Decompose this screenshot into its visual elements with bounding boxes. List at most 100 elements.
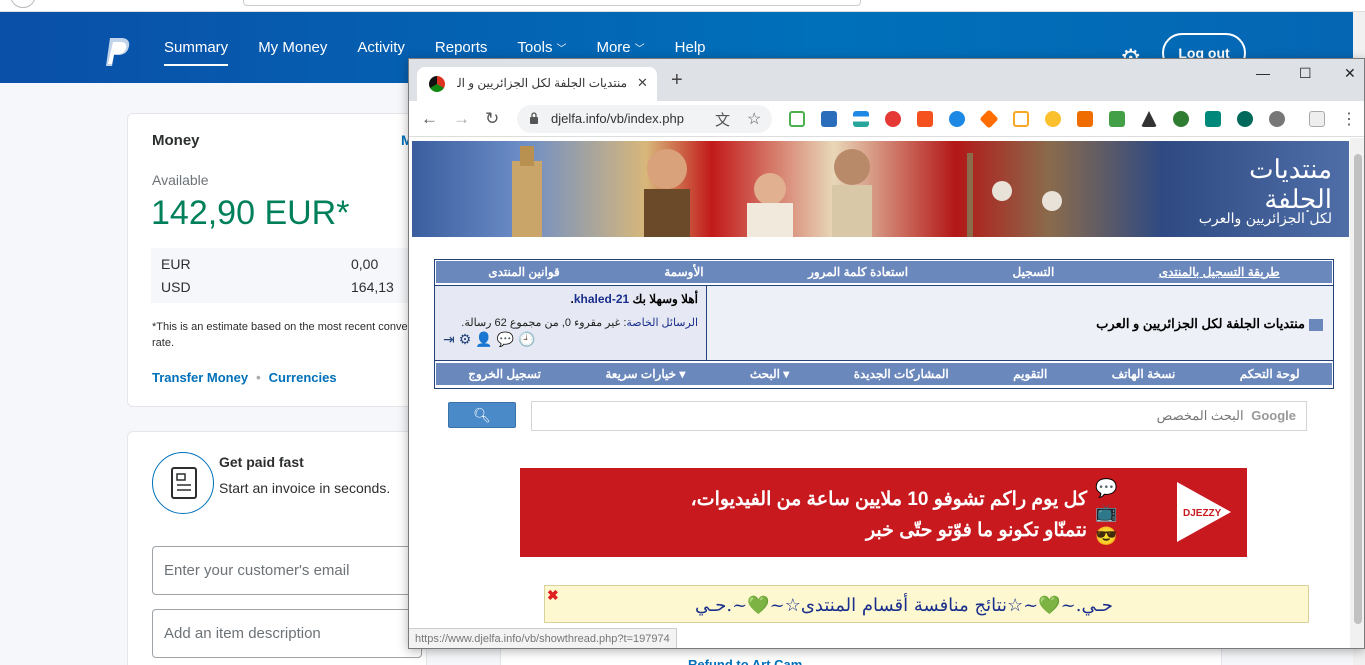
nav-more-label: More bbox=[596, 39, 631, 56]
nav-tools-label: Tools bbox=[517, 39, 553, 56]
reload-icon[interactable]: ↻ bbox=[485, 109, 499, 129]
chevron-down-icon: ﹀ bbox=[556, 44, 567, 55]
forum-home-icon bbox=[1309, 318, 1323, 331]
nav-calendar[interactable]: التقويم bbox=[1013, 367, 1047, 381]
forum-scrollbar[interactable] bbox=[1350, 138, 1364, 648]
maximize-icon[interactable]: ☐ bbox=[1299, 65, 1312, 82]
minimize-icon[interactable]: — bbox=[1256, 65, 1270, 81]
extension-icon[interactable] bbox=[853, 111, 869, 127]
nav-register-howto[interactable]: طريقة التسجيل بالمنتدى bbox=[1159, 265, 1280, 279]
address-bar[interactable]: djelfa.info/vb/index.php bbox=[517, 105, 772, 133]
chrome-window: منتديات الجلفة لكل الجزائريين و العرب ✕ … bbox=[408, 58, 1365, 649]
nav-activity[interactable]: Activity bbox=[357, 39, 405, 66]
close-window-icon[interactable]: ✕ bbox=[1344, 65, 1356, 82]
transfer-money-link[interactable]: Transfer Money bbox=[152, 370, 248, 385]
forum-navbar: طريقة التسجيل بالمنتدى التسجيل استعادة ك… bbox=[434, 259, 1334, 389]
chat-icon[interactable]: 💬 bbox=[497, 331, 514, 348]
extension-icon[interactable] bbox=[1309, 111, 1325, 127]
estimate-line: rate. bbox=[152, 337, 175, 349]
extension-icon[interactable] bbox=[1077, 111, 1093, 127]
page-viewport: منتديات الجلفة لكل الجزائريين والعرب طري… bbox=[409, 138, 1364, 648]
clock-icon[interactable]: 🕘 bbox=[518, 331, 535, 348]
nav-quick-options[interactable]: خيارات سريعة ▾ bbox=[605, 367, 685, 381]
nav-my-money[interactable]: My Money bbox=[258, 39, 327, 66]
currencies-link[interactable]: Currencies bbox=[269, 370, 337, 385]
nav-register[interactable]: التسجيل bbox=[1013, 265, 1055, 279]
available-balance: 142,90 EUR* bbox=[151, 194, 350, 232]
currency-list: EUR 0,00 USD 164,13 bbox=[151, 248, 429, 303]
nav-logout[interactable]: تسجيل الخروج bbox=[468, 367, 541, 381]
nav-mobile[interactable]: نسخة الهاتف bbox=[1112, 367, 1176, 381]
forum-name[interactable]: منتديات الجلفة لكل الجزائريين و العرب bbox=[1096, 316, 1323, 332]
nav-control-panel[interactable]: لوحة التحكم bbox=[1240, 367, 1300, 381]
nav-new-posts[interactable]: المشاركات الجديدة bbox=[854, 367, 949, 381]
djezzy-logo-icon: DJEZZY bbox=[1177, 482, 1231, 542]
settings-icon[interactable]: ⚙ bbox=[459, 331, 472, 348]
announcement-link[interactable]: حـي.~💚~☆نتائج منافسة أقسام المنتدى☆~💚~.ح… bbox=[695, 595, 1113, 616]
ad-text-line: نتمنّاو تكونو ما فوّتو حتّى خبر bbox=[865, 520, 1087, 541]
paypal-logo-icon[interactable] bbox=[104, 36, 132, 68]
logout-icon[interactable]: ⇥ bbox=[443, 331, 455, 348]
bookmark-star-icon[interactable]: ☆ bbox=[747, 109, 761, 129]
nav-summary[interactable]: Summary bbox=[164, 39, 229, 66]
close-icon[interactable]: ✖ bbox=[547, 587, 559, 604]
username-link[interactable]: khaled-21 bbox=[574, 292, 629, 306]
extension-icon[interactable] bbox=[1045, 111, 1061, 127]
nav-awards[interactable]: الأوسمة bbox=[664, 265, 703, 279]
money-card-title: Money bbox=[152, 132, 200, 149]
customer-email-input[interactable]: Enter your customer's email bbox=[152, 546, 422, 595]
search-button[interactable]: 🔍︎ bbox=[448, 402, 516, 428]
sunglasses-emoji-icon: 😎 bbox=[1095, 526, 1118, 546]
nav-search[interactable]: البحث ▾ bbox=[750, 367, 790, 381]
invoice-title: Get paid fast bbox=[219, 454, 304, 470]
add-friend-icon[interactable]: 👤 bbox=[475, 331, 492, 348]
forward-icon[interactable]: → bbox=[453, 109, 470, 129]
invoice-subtitle: Start an invoice in seconds. bbox=[219, 480, 391, 496]
forum-logo[interactable]: منتديات الجلفة لكل الجزائريين والعرب bbox=[1192, 155, 1332, 227]
nav-rules[interactable]: قوانين المنتدى bbox=[488, 265, 560, 279]
custom-search-input[interactable]: Google البحث المخصص bbox=[531, 401, 1307, 431]
extension-icon[interactable] bbox=[789, 111, 805, 127]
close-tab-icon[interactable]: ✕ bbox=[637, 75, 648, 91]
profile-icon[interactable] bbox=[10, 0, 36, 8]
forum-name-text: منتديات الجلفة لكل الجزائريين و العرب bbox=[1096, 316, 1305, 331]
currency-amount: 0,00 bbox=[351, 256, 379, 272]
translate-icon[interactable]: 文 bbox=[715, 109, 730, 130]
private-messages-link[interactable]: الرسائل الخاصة bbox=[626, 317, 698, 329]
search-placeholder: البحث المخصص bbox=[1156, 408, 1244, 423]
menu-dots-icon[interactable]: ⋮ bbox=[1341, 109, 1357, 129]
background-address-bar[interactable] bbox=[243, 0, 861, 6]
welcome-prefix: أهلا وسهلا بك bbox=[632, 292, 698, 306]
extension-icon[interactable] bbox=[885, 111, 901, 127]
extension-icon[interactable] bbox=[821, 111, 837, 127]
extension-icon[interactable] bbox=[1141, 111, 1157, 127]
available-label: Available bbox=[152, 172, 209, 188]
separator-dot: • bbox=[256, 370, 261, 385]
extension-icon[interactable] bbox=[1013, 111, 1029, 127]
browser-tab[interactable]: منتديات الجلفة لكل الجزائريين و العرب ✕ bbox=[417, 67, 657, 101]
extension-icon[interactable] bbox=[1173, 111, 1189, 127]
djezzy-brand-text: DJEZZY bbox=[1183, 508, 1222, 519]
extension-icon[interactable] bbox=[1109, 111, 1125, 127]
djezzy-ad-banner[interactable]: كل يوم راكم تشوفو 10 ملايين ساعة من الفي… bbox=[520, 468, 1247, 557]
extension-icon[interactable] bbox=[917, 111, 933, 127]
announcement-bar: ✖ حـي.~💚~☆نتائج منافسة أقسام المنتدى☆~💚~… bbox=[544, 585, 1309, 623]
scrollbar-thumb[interactable] bbox=[1354, 154, 1362, 624]
currency-code: USD bbox=[161, 279, 191, 295]
extension-icon[interactable] bbox=[949, 111, 965, 127]
back-icon[interactable]: ← bbox=[421, 109, 438, 129]
extension-icon[interactable] bbox=[1237, 111, 1253, 127]
currency-code: EUR bbox=[161, 256, 191, 272]
new-tab-icon[interactable]: + bbox=[671, 69, 683, 92]
forum-logo-title: منتديات الجلفة bbox=[1249, 155, 1332, 215]
item-description-input[interactable]: Add an item description bbox=[152, 609, 422, 658]
user-tools: ⇥ ⚙ 👤 💬 🕘 bbox=[443, 331, 698, 348]
estimate-note: *This is an estimate based on the most r… bbox=[152, 319, 422, 351]
lock-icon bbox=[530, 112, 538, 124]
extension-icon[interactable] bbox=[1269, 111, 1285, 127]
refund-link[interactable]: Refund to Art Cam bbox=[688, 657, 802, 665]
extension-icon[interactable] bbox=[1205, 111, 1221, 127]
nav-password-recovery[interactable]: استعادة كلمة المرور bbox=[808, 265, 908, 279]
forum-logo-subtitle: لكل الجزائريين والعرب bbox=[1198, 211, 1332, 227]
extension-icon[interactable] bbox=[979, 109, 999, 129]
